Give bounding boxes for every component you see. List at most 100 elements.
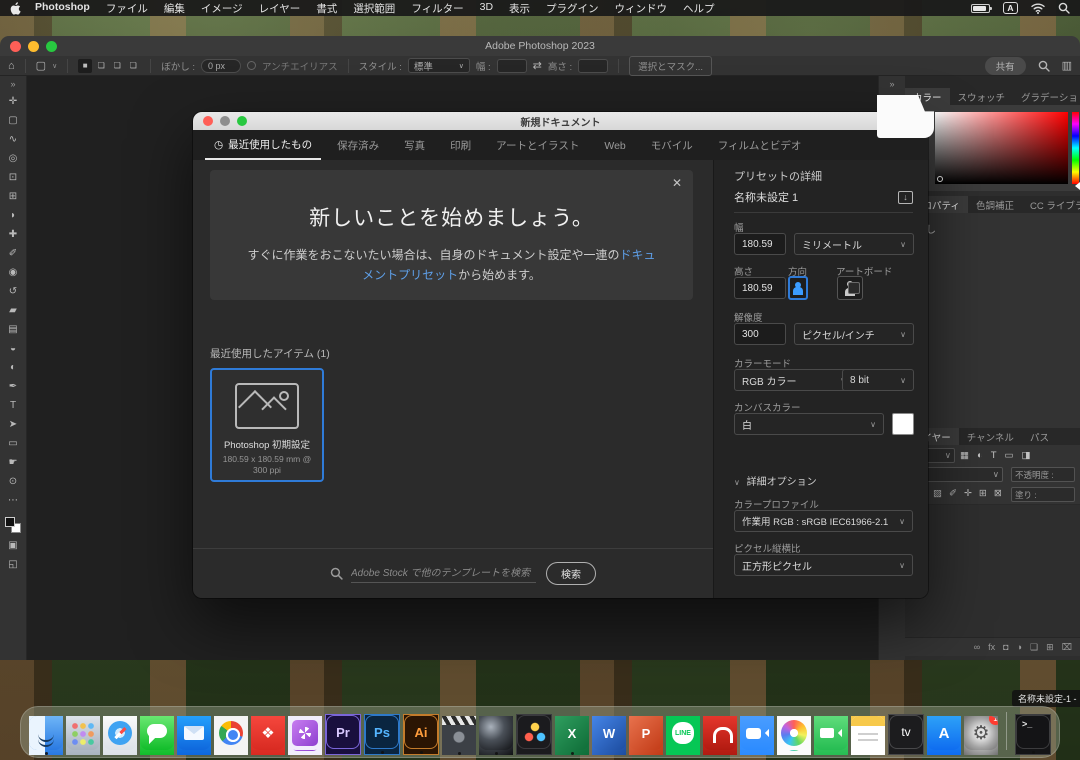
- screen-mode-icon[interactable]: ◱: [0, 555, 27, 574]
- foreground-color-swatch[interactable]: [5, 517, 15, 527]
- layer-mask-icon[interactable]: ◘: [1003, 642, 1008, 652]
- pixel-aspect-select[interactable]: 正方形ピクセル∨: [734, 554, 913, 576]
- menu-item[interactable]: ウィンドウ: [607, 1, 676, 16]
- recent-preset-card[interactable]: Photoshop 初期設定 180.59 x 180.59 mm @ 300 …: [210, 368, 324, 482]
- dialog-tab[interactable]: 保存済み: [323, 131, 388, 159]
- marquee-tool-icon[interactable]: ▢: [0, 111, 27, 130]
- subtract-selection-button[interactable]: ❏: [110, 59, 124, 73]
- dialog-tab[interactable]: フィルムとビデオ: [704, 131, 811, 159]
- apple-menu-icon[interactable]: [10, 2, 21, 15]
- workspace-switcher-icon[interactable]: ▥: [1062, 59, 1072, 72]
- photos[interactable]: [777, 716, 811, 755]
- panel-tab[interactable]: CC ライブラリ: [1022, 196, 1080, 213]
- eyedropper-tool-icon[interactable]: ◗: [0, 206, 27, 225]
- window-close-button[interactable]: [10, 41, 21, 52]
- pen-tool-icon[interactable]: ✒: [0, 377, 27, 396]
- path-selection-tool-icon[interactable]: ➤: [0, 415, 27, 434]
- canvas-color-swatch[interactable]: [892, 413, 914, 435]
- filter-pixel-layers-icon[interactable]: ▦: [960, 450, 969, 461]
- brush-tool-icon[interactable]: ✐: [0, 244, 27, 263]
- menu-item[interactable]: 書式: [308, 1, 345, 16]
- object-selection-tool-icon[interactable]: ◎: [0, 149, 27, 168]
- hue-slider[interactable]: [1072, 112, 1079, 184]
- feather-input[interactable]: [201, 59, 241, 73]
- word[interactable]: W: [592, 716, 626, 755]
- app-store[interactable]: A: [927, 716, 961, 755]
- menu-item[interactable]: レイヤー: [251, 1, 309, 16]
- green-camera-app[interactable]: [814, 716, 848, 755]
- davinci-resolve[interactable]: [516, 714, 552, 755]
- template-search-button[interactable]: 検索: [546, 562, 596, 585]
- mail[interactable]: [177, 716, 211, 755]
- menu-item[interactable]: 選択範囲: [345, 1, 403, 16]
- marquee-tool-preset-icon[interactable]: ▢: [36, 59, 46, 72]
- menu-item[interactable]: 表示: [501, 1, 538, 16]
- home-icon[interactable]: ⌂: [8, 60, 15, 72]
- dialog-titlebar[interactable]: 新規ドキュメント: [193, 112, 928, 130]
- link-layers-icon[interactable]: ∞: [974, 642, 980, 652]
- powerpoint[interactable]: P: [629, 716, 663, 755]
- clone-stamp-tool-icon[interactable]: ◉: [0, 263, 27, 282]
- dialog-close-button[interactable]: [203, 116, 213, 126]
- color-field[interactable]: [935, 112, 1068, 184]
- color-mode-select[interactable]: RGB カラー∨: [734, 369, 854, 391]
- menu-item[interactable]: 編集: [156, 1, 193, 16]
- dialog-tab[interactable]: 写真: [390, 131, 434, 159]
- dialog-tab[interactable]: Web: [590, 133, 634, 158]
- orientation-portrait-button[interactable]: [788, 276, 808, 300]
- blur-tool-icon[interactable]: ◒: [0, 339, 27, 358]
- panel-tab[interactable]: チャンネル: [959, 428, 1022, 445]
- resolution-unit-select[interactable]: ピクセル/インチ∨: [794, 323, 914, 345]
- menu-item[interactable]: イメージ: [193, 1, 251, 16]
- system-settings[interactable]: ⚙1: [964, 716, 998, 755]
- launchpad[interactable]: [66, 716, 100, 755]
- spotlight-search-icon[interactable]: [1058, 2, 1070, 14]
- tool-preset-chevron-icon[interactable]: ∨: [52, 62, 57, 70]
- menu-item[interactable]: Photoshop: [27, 1, 98, 16]
- notes[interactable]: [851, 716, 885, 755]
- zoom[interactable]: [740, 716, 774, 755]
- style-select[interactable]: 標準 ∨: [408, 58, 470, 73]
- opacity-field[interactable]: 不透明度 :: [1011, 467, 1075, 482]
- lock-position-icon[interactable]: ✛: [964, 488, 972, 499]
- red-diamond-app[interactable]: ❖: [251, 716, 285, 755]
- swap-dimensions-icon[interactable]: ⇄: [533, 59, 542, 72]
- resolution-input[interactable]: [734, 323, 786, 345]
- filter-type-layers-icon[interactable]: T: [991, 450, 997, 461]
- dialog-zoom-button[interactable]: [237, 116, 247, 126]
- width-input[interactable]: [734, 233, 786, 255]
- move-tool-icon[interactable]: ✛: [0, 92, 27, 111]
- unit-select[interactable]: ミリメートル∨: [794, 233, 914, 255]
- selection-height-input[interactable]: [578, 59, 608, 73]
- filter-adjustment-layers-icon[interactable]: ◐: [977, 450, 983, 461]
- toolbar-ellipsis-icon[interactable]: ⋯: [0, 491, 27, 510]
- healing-brush-tool-icon[interactable]: ✚: [0, 225, 27, 244]
- bit-depth-select[interactable]: 8 bit∨: [842, 369, 914, 391]
- input-source-icon[interactable]: A: [1003, 2, 1018, 14]
- lock-all-icon[interactable]: ⊠: [994, 488, 1002, 499]
- hero-close-icon[interactable]: ✕: [672, 176, 682, 190]
- delete-layer-icon[interactable]: ⌧: [1062, 642, 1072, 653]
- eraser-tool-icon[interactable]: ▰: [0, 301, 27, 320]
- color-profile-select[interactable]: 作業用 RGB : sRGB IEC61966-2.1∨: [734, 510, 913, 532]
- photoshop-window-titlebar[interactable]: Adobe Photoshop 2023: [0, 36, 1080, 56]
- document-name-field[interactable]: 名称未設定 1: [734, 189, 798, 205]
- lock-transparent-pixels-icon[interactable]: ▨: [933, 488, 942, 499]
- history-brush-tool-icon[interactable]: ↺: [0, 282, 27, 301]
- chrome[interactable]: [214, 716, 248, 755]
- quick-mask-icon[interactable]: ▣: [0, 536, 27, 555]
- artboard-checkbox[interactable]: [848, 282, 860, 294]
- search-icon[interactable]: [1038, 60, 1050, 72]
- panel-tab[interactable]: 色調補正: [968, 196, 1022, 213]
- toolbar-collapse-icon[interactable]: »: [10, 76, 15, 92]
- color-swatches[interactable]: [0, 514, 27, 536]
- menu-item[interactable]: フィルター: [403, 1, 471, 16]
- lasso-tool-icon[interactable]: ∿: [0, 130, 27, 149]
- dodge-tool-icon[interactable]: ◐: [0, 358, 27, 377]
- share-button[interactable]: 共有: [985, 57, 1026, 75]
- affinity-photo[interactable]: [288, 716, 322, 755]
- shape-tool-icon[interactable]: ▭: [0, 434, 27, 453]
- lock-artboard-icon[interactable]: ⊞: [979, 488, 987, 499]
- hand-tool-icon[interactable]: ☛: [0, 453, 27, 472]
- add-selection-button[interactable]: ❏: [94, 59, 108, 73]
